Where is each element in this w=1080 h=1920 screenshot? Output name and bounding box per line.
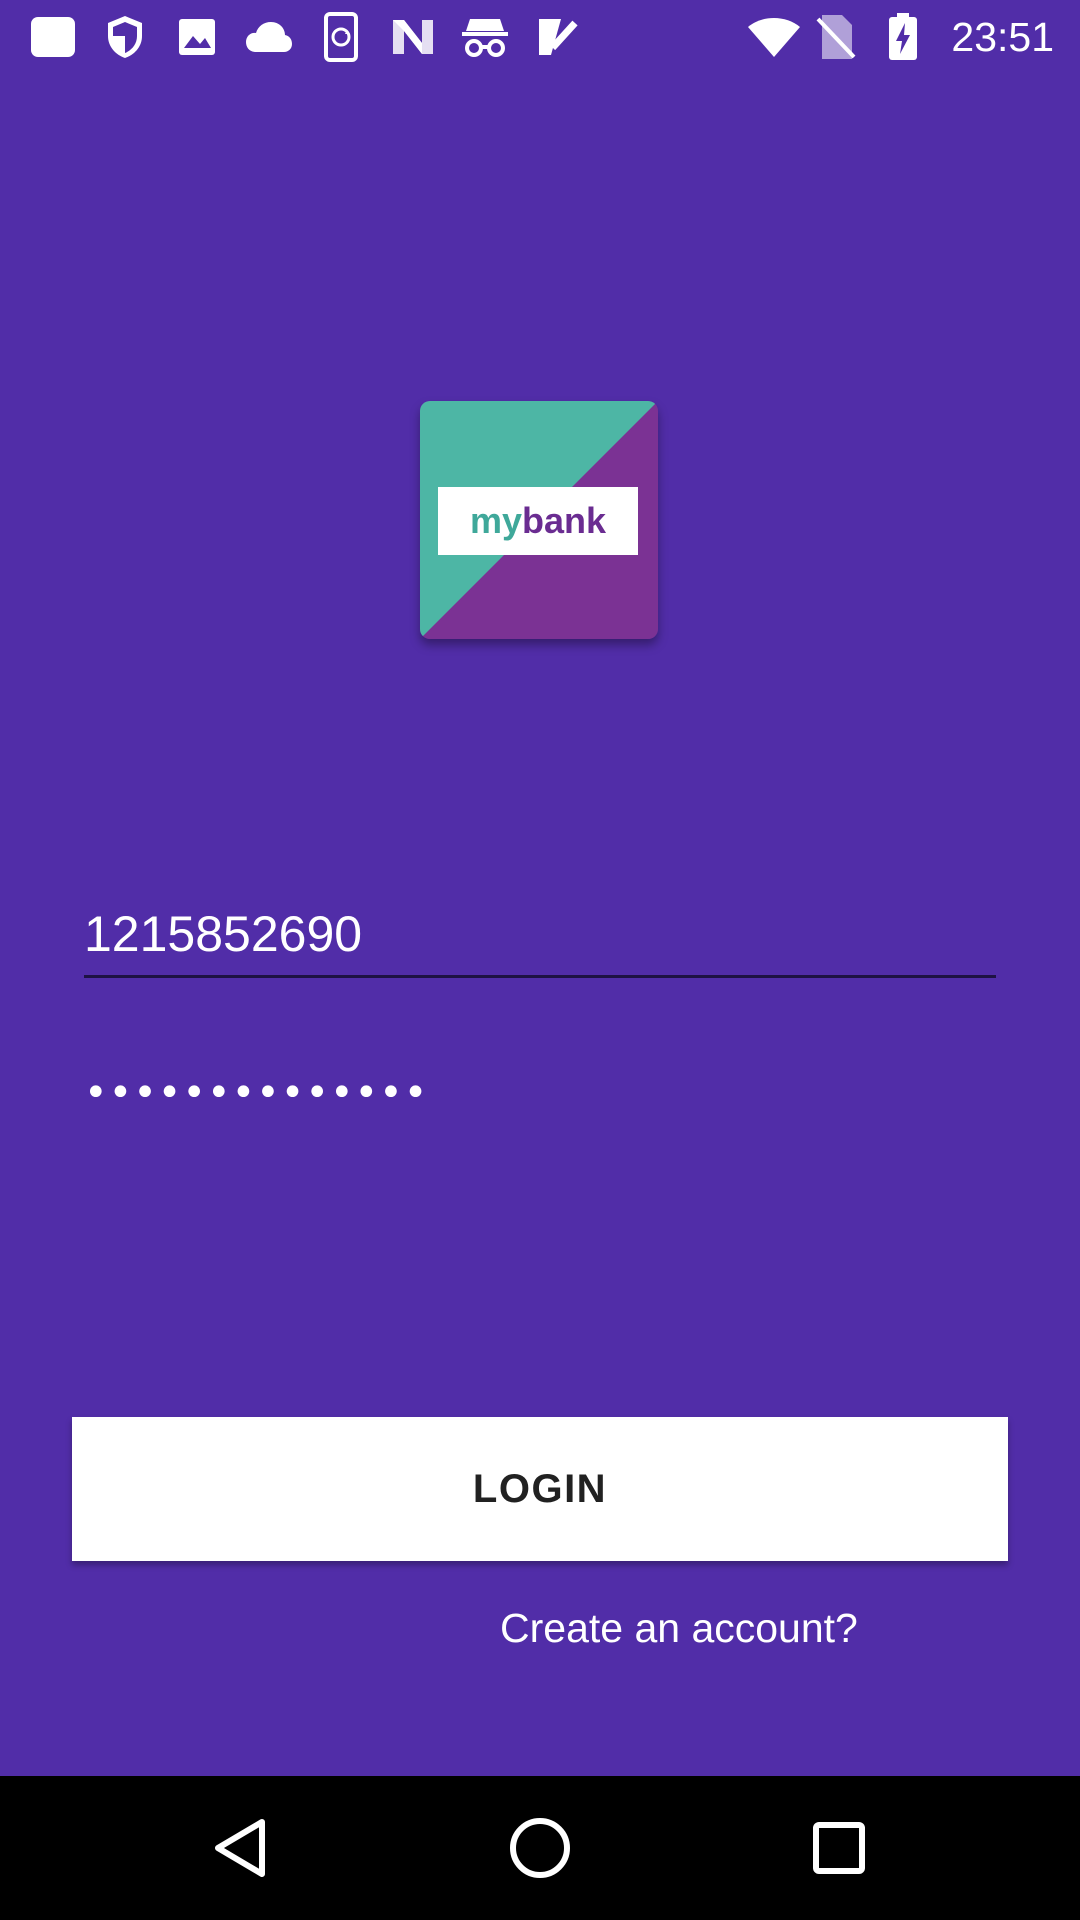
cloud-icon — [244, 12, 294, 62]
password-value: •••••••••••••• — [84, 1070, 429, 1116]
phone-sync-icon — [316, 12, 366, 62]
check-icon — [532, 12, 582, 62]
blank-square-icon — [28, 12, 78, 62]
recents-icon[interactable] — [801, 1810, 877, 1886]
logo-text: mybank — [470, 500, 607, 541]
no-sim-icon — [811, 12, 861, 62]
create-account-link[interactable]: Create an account? — [500, 1605, 858, 1652]
password-field[interactable]: •••••••••••••• — [84, 1060, 996, 1130]
back-icon[interactable] — [202, 1810, 278, 1886]
status-time: 23:51 — [951, 14, 1054, 60]
username-field[interactable]: 1215852690 — [84, 893, 996, 978]
username-value: 1215852690 — [84, 906, 363, 962]
incognito-icon — [460, 12, 510, 62]
home-icon[interactable] — [502, 1810, 578, 1886]
image-icon — [172, 12, 222, 62]
wifi-icon — [744, 12, 804, 62]
shield-icon — [100, 12, 150, 62]
status-bar: 23:51 — [0, 0, 1080, 75]
battery-charging-icon — [878, 12, 928, 62]
login-button[interactable]: LOGIN — [72, 1417, 1008, 1561]
navigation-bar — [0, 1776, 1080, 1920]
n-logo-icon — [388, 12, 438, 62]
app-logo: mybank — [420, 401, 658, 639]
